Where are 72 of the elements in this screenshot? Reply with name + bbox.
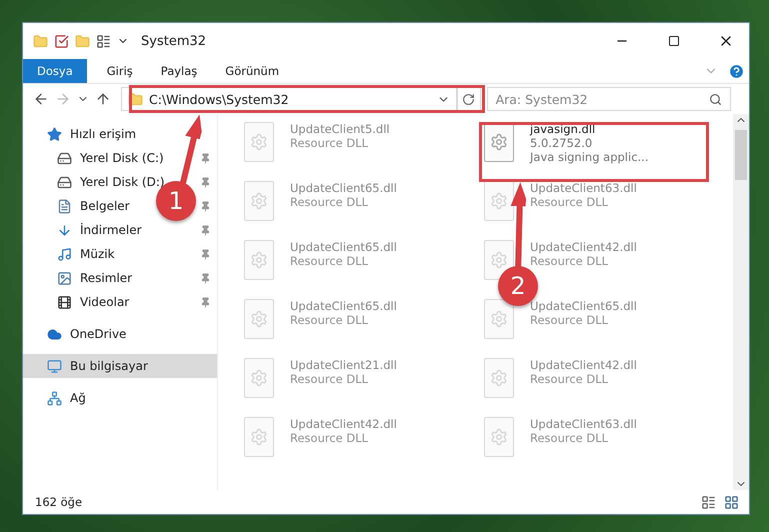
file-detail: Resource DLL <box>530 431 610 445</box>
address-path: C:\Windows\System32 <box>149 92 290 106</box>
sidebar-item[interactable]: Videolar <box>80 295 130 309</box>
item-count: 162 öğe <box>35 495 84 509</box>
file-detail: Resource DLL <box>290 136 370 150</box>
pin-icon[interactable] <box>200 200 211 212</box>
up-button[interactable] <box>95 91 111 107</box>
sidebar-item[interactable]: OneDrive <box>23 322 217 346</box>
details-view-icon[interactable] <box>701 494 716 510</box>
file-icon[interactable] <box>484 299 514 339</box>
file-name[interactable]: javasign.dll <box>530 122 648 136</box>
ribbon-tab[interactable]: Dosya <box>23 59 87 83</box>
sidebar-item[interactable]: Hızlı erişim <box>23 122 217 146</box>
file-detail: Resource DLL <box>290 195 370 209</box>
address-field[interactable]: C:\Windows\System32 <box>121 87 457 111</box>
sidebar-item[interactable]: Resimler <box>80 271 132 285</box>
file-icon[interactable] <box>484 122 514 162</box>
sidebar-item[interactable]: İndirmeler <box>80 223 142 237</box>
file-detail: 5.0.2752.0 <box>530 136 594 150</box>
sidebar-item-icon <box>47 126 62 142</box>
scrollbar[interactable] <box>733 114 749 490</box>
sidebar-item-icon <box>57 294 72 310</box>
ribbon-tab[interactable]: Görünüm <box>211 59 294 83</box>
pin-icon[interactable] <box>200 248 211 260</box>
search-icon <box>709 92 722 106</box>
file-icon[interactable] <box>484 240 514 280</box>
file-detail: Resource DLL <box>290 431 370 445</box>
file-detail: Resource DLL <box>530 195 610 209</box>
folder-icon[interactable] <box>75 34 90 48</box>
back-button[interactable] <box>33 91 49 107</box>
sidebar-item[interactable]: Yerel Disk (C:) <box>80 151 164 165</box>
search-placeholder: Ara: System32 <box>496 92 589 106</box>
file-icon[interactable] <box>484 181 514 221</box>
forward-button[interactable] <box>55 91 71 107</box>
sidebar-item-icon <box>57 174 72 190</box>
file-detail: Resource DLL <box>290 313 370 327</box>
file-detail: Resource DLL <box>290 254 370 268</box>
pin-icon[interactable] <box>200 272 211 284</box>
help-icon[interactable] <box>728 62 745 80</box>
scrollbar-thumb[interactable] <box>735 130 747 180</box>
ribbon-tab[interactable]: Giriş <box>92 59 147 83</box>
sidebar-item[interactable]: Ağ <box>23 386 217 410</box>
sidebar-item[interactable]: Belgeler <box>80 199 130 213</box>
search-field[interactable]: Ara: System32 <box>486 87 731 111</box>
sidebar-item-icon <box>57 270 72 286</box>
sidebar-item[interactable]: Müzik <box>80 247 115 261</box>
file-detail: Java signing applic... <box>530 150 648 164</box>
sidebar-item-icon <box>57 198 72 214</box>
pin-icon[interactable] <box>200 224 211 236</box>
sidebar-item-icon <box>47 326 62 342</box>
sidebar-item[interactable]: Yerel Disk (D:) <box>80 175 165 189</box>
file-detail: Resource DLL <box>290 372 370 386</box>
folder-icon[interactable] <box>33 34 48 48</box>
tiles-view-icon[interactable] <box>724 494 739 510</box>
view-icon[interactable] <box>96 34 111 48</box>
pin-icon[interactable] <box>200 152 211 164</box>
window-title: System32 <box>141 34 208 48</box>
pin-icon[interactable] <box>200 176 211 188</box>
file-detail: Resource DLL <box>530 372 610 386</box>
sidebar-item-icon <box>47 390 62 406</box>
sidebar-item-icon <box>47 358 62 374</box>
maximize-icon <box>668 35 680 47</box>
sidebar-item[interactable]: Bu bilgisayar <box>23 354 217 378</box>
file-detail: Resource DLL <box>530 313 610 327</box>
refresh-icon <box>462 92 476 106</box>
ribbon-tab[interactable]: Paylaş <box>146 59 212 83</box>
sidebar-item-icon <box>57 222 72 238</box>
file-detail: Resource DLL <box>530 254 610 268</box>
checklist-icon[interactable] <box>54 34 69 48</box>
sidebar-item-icon <box>57 246 72 262</box>
sidebar-item-icon <box>57 150 72 166</box>
pin-icon[interactable] <box>200 296 211 308</box>
